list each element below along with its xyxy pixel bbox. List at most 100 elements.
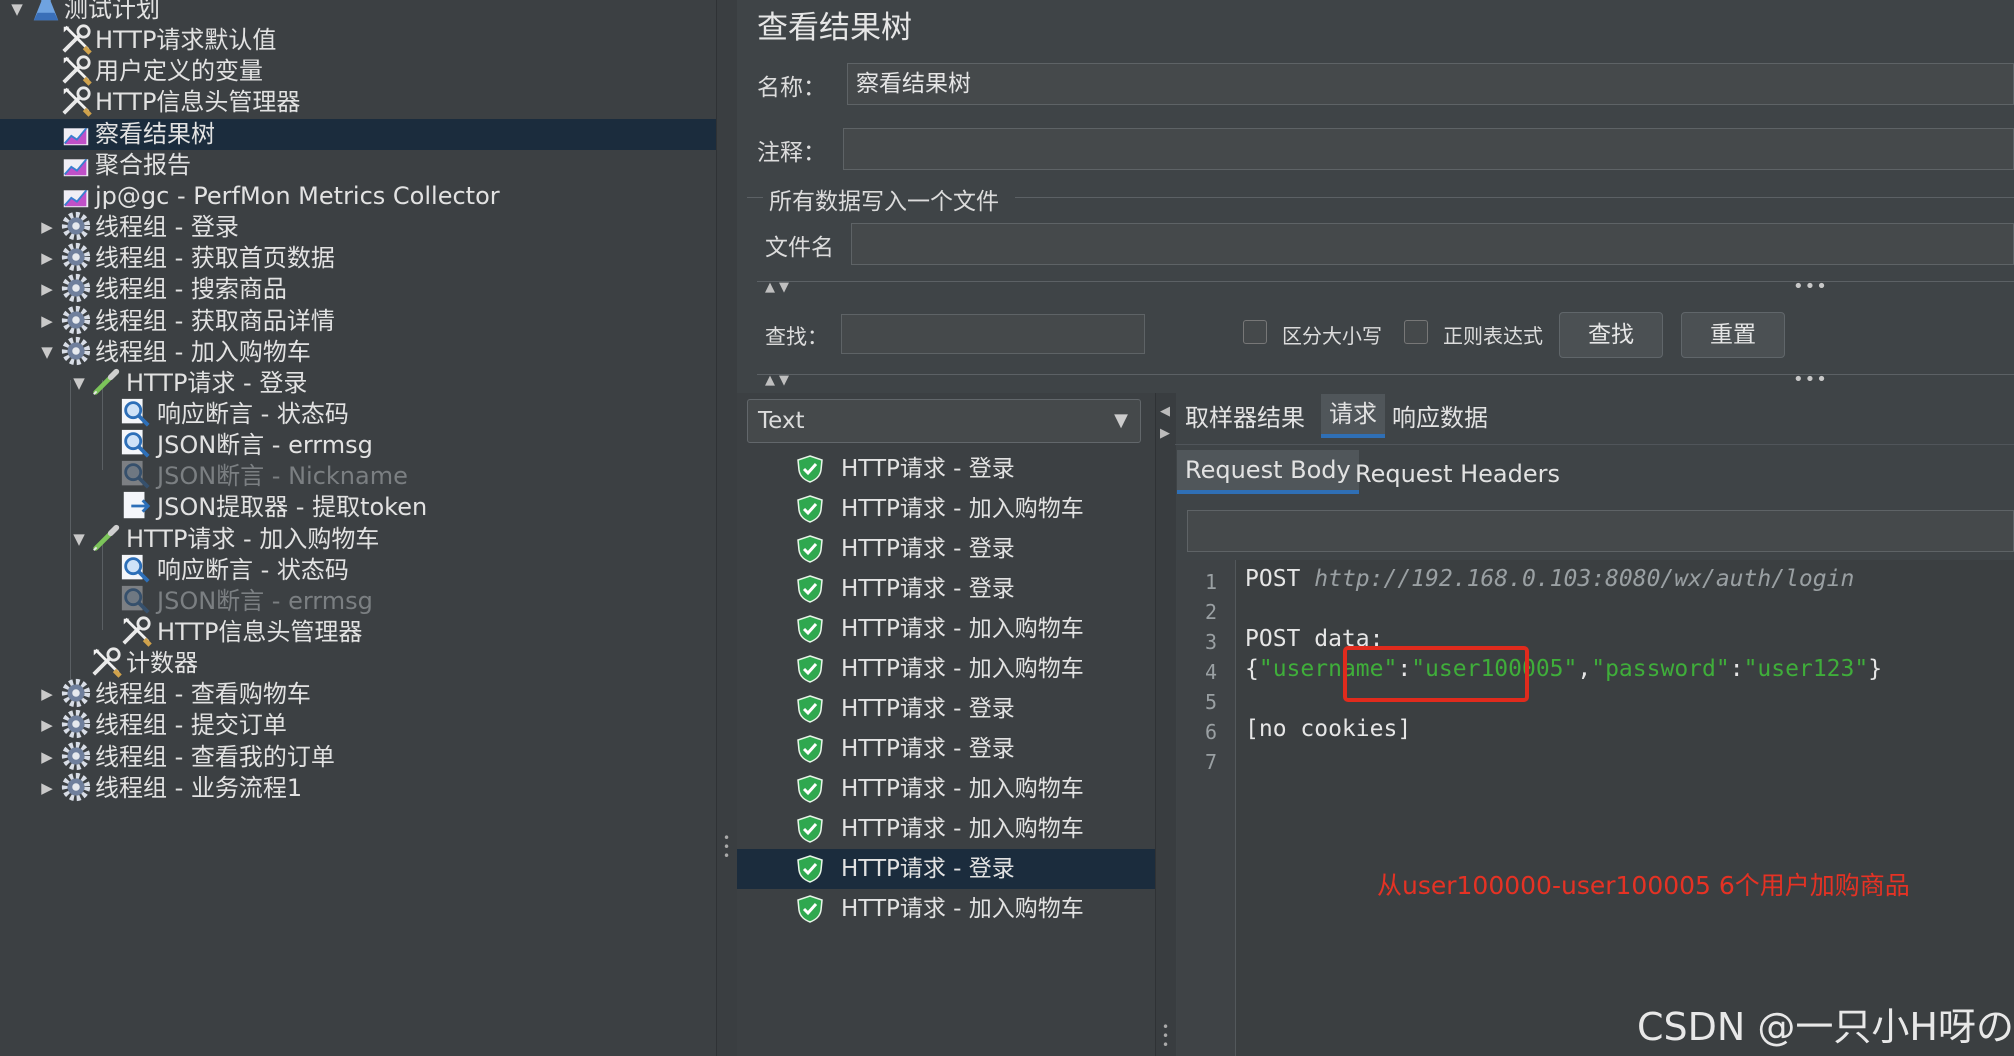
result-item-label: HTTP请求 - 登录 <box>841 536 1015 562</box>
find-button[interactable]: 查找 <box>1559 312 1663 358</box>
regex-checkbox[interactable] <box>1404 320 1428 344</box>
result-item[interactable]: HTTP请求 - 加入购物车 <box>737 489 1155 529</box>
tree-item[interactable]: 计数器 <box>0 647 716 679</box>
request-body-editor[interactable]: 1 2 3 4 5 6 7 POST http://192.168.0.103:8080/w… <box>1177 560 2014 1056</box>
result-item[interactable]: HTTP请求 - 登录 <box>737 449 1155 489</box>
result-item[interactable]: HTTP请求 - 登录 <box>737 569 1155 609</box>
tree-item[interactable]: ▶ 线程组 - 业务流程1 <box>0 772 716 804</box>
chevron-right-icon[interactable]: ▶ <box>38 306 56 337</box>
fieldset-border <box>747 197 763 198</box>
result-item[interactable]: HTTP请求 - 登录 <box>737 529 1155 569</box>
tree-item[interactable]: HTTP信息头管理器 <box>0 86 716 118</box>
more-dots-icon[interactable]: ••• <box>1793 369 1828 390</box>
json-value-password: "user123" <box>1743 656 1869 682</box>
tree-item-label: 测试计划 <box>64 0 160 23</box>
subtab-request-headers[interactable]: Request Headers <box>1347 454 1568 494</box>
chevron-right-icon[interactable]: ▶ <box>38 679 56 710</box>
tree-item-label: 线程组 - 业务流程1 <box>95 773 303 802</box>
chevron-down-icon[interactable]: ▼ <box>70 524 88 555</box>
comment-field[interactable] <box>843 128 2014 170</box>
chevron-right-icon[interactable]: ▶ <box>38 274 56 305</box>
chevron-right-icon[interactable]: ▶ <box>38 742 56 773</box>
name-field[interactable]: 察看结果树 <box>847 63 2014 105</box>
tree-item[interactable]: ▶ 线程组 - 获取首页数据 <box>0 243 716 274</box>
tree-item[interactable]: 响应断言 - 状态码 <box>0 398 716 430</box>
tree-item[interactable]: ▼ 线程组 - 加入购物车 <box>0 336 716 368</box>
tree-item[interactable]: ▼ HTTP请求 - 加入购物车 <box>0 524 716 555</box>
collapse-arrows-icon[interactable]: ▲▼ <box>765 280 793 295</box>
tree-item-label: 响应断言 - 状态码 <box>157 399 349 428</box>
tree-item[interactable]: 察看结果树 <box>0 118 716 150</box>
tree-item[interactable]: 用户定义的变量 <box>0 55 716 87</box>
result-item-label: HTTP请求 - 加入购物车 <box>841 496 1084 522</box>
tree-item[interactable]: 聚合报告 <box>0 150 716 181</box>
line-number: 1 <box>1204 570 1217 594</box>
reset-button[interactable]: 重置 <box>1681 312 1785 358</box>
result-item-label: HTTP请求 - 加入购物车 <box>841 776 1084 802</box>
tree-item[interactable]: ▼ 测试计划 <box>0 0 716 25</box>
tree-item-label: 线程组 - 查看我的订单 <box>95 742 335 771</box>
chevron-down-icon[interactable]: ▼ <box>8 0 26 25</box>
chevron-right-icon[interactable]: ▶ <box>38 773 56 804</box>
magnifier-icon <box>120 584 152 616</box>
tree-splitter[interactable]: • • • <box>716 0 737 1056</box>
tools-icon <box>60 23 92 55</box>
search-input[interactable] <box>841 314 1145 354</box>
body-search-field[interactable] <box>1187 510 2014 552</box>
tree-item[interactable]: JSON提取器 - 提取token <box>0 492 716 523</box>
result-item[interactable]: HTTP请求 - 登录 <box>737 849 1155 889</box>
tree-item[interactable]: 响应断言 - 状态码 <box>0 553 716 586</box>
case-sensitive-checkbox[interactable] <box>1243 320 1267 344</box>
sample-results-list[interactable]: Text ▼ HTTP请求 - 登录 HTTP请求 - 加入购物车 HTTP请求 -… <box>737 393 1155 1056</box>
tree-item[interactable]: JSON断言 - errmsg <box>0 584 716 617</box>
results-splitter[interactable]: ◀ ▶ • • • <box>1155 393 1176 1056</box>
code-line-4: {"username":"user100005","password":"use… <box>1245 656 1882 682</box>
subtab-request-body[interactable]: Request Body <box>1177 450 1359 494</box>
line-number: 3 <box>1204 630 1217 654</box>
test-plan-tree[interactable]: ▼ 测试计划 HTTP请求默认值 用户定义的变量 HTTP信息头管理器 察看结果树 聚合报告… <box>0 0 716 1056</box>
filename-field[interactable] <box>851 223 2014 265</box>
splitter-grip-icon[interactable]: • • • <box>1162 1021 1169 1051</box>
tab-response-data[interactable]: 响应数据 <box>1384 398 1496 438</box>
tree-item[interactable]: jp@gc - PerfMon Metrics Collector <box>0 181 716 212</box>
tree-item[interactable]: JSON断言 - errmsg <box>0 428 716 461</box>
comment-label: 注释： <box>757 140 826 166</box>
tree-item[interactable]: JSON断言 - Nickname <box>0 461 716 492</box>
chevron-down-icon[interactable]: ▼ <box>38 337 56 368</box>
collapse-arrows-icon[interactable]: ▲▼ <box>765 373 793 388</box>
splitter-arrows-icon[interactable]: ◀ ▶ <box>1160 401 1170 445</box>
chevron-right-icon[interactable]: ▶ <box>38 710 56 741</box>
result-item[interactable]: HTTP请求 - 加入购物车 <box>737 769 1155 809</box>
result-item[interactable]: HTTP请求 - 登录 <box>737 729 1155 769</box>
tree-item[interactable]: ▶ 线程组 - 查看购物车 <box>0 679 716 710</box>
success-shield-icon <box>797 895 823 923</box>
magnifier-icon <box>120 428 152 460</box>
tree-item[interactable]: HTTP信息头管理器 <box>0 616 716 648</box>
more-dots-icon[interactable]: ••• <box>1793 276 1828 297</box>
tree-item[interactable]: ▼ HTTP请求 - 登录 <box>0 368 716 399</box>
tab-request[interactable]: 请求 <box>1321 394 1385 438</box>
tree-item[interactable]: ▶ 线程组 - 搜索商品 <box>0 274 716 305</box>
result-item-label: HTTP请求 - 登录 <box>841 736 1015 762</box>
file-section-label: 所有数据写入一个文件 <box>769 189 999 215</box>
tab-sampler-result[interactable]: 取样器结果 <box>1177 398 1313 438</box>
result-item[interactable]: HTTP请求 - 加入购物车 <box>737 809 1155 849</box>
splitter-grip-icon[interactable]: • • • <box>723 832 731 862</box>
result-item[interactable]: HTTP请求 - 加入购物车 <box>737 889 1155 929</box>
chevron-right-icon[interactable]: ▶ <box>38 243 56 274</box>
tree-item[interactable]: HTTP请求默认值 <box>0 23 716 56</box>
chevron-right-icon[interactable]: ▶ <box>38 212 56 243</box>
chevron-down-icon[interactable]: ▼ <box>70 368 88 399</box>
result-item[interactable]: HTTP请求 - 加入购物车 <box>737 609 1155 649</box>
tree-item-label: HTTP信息头管理器 <box>157 618 363 646</box>
magnifier-icon <box>120 553 152 585</box>
tree-item[interactable]: ▶ 线程组 - 查看我的订单 <box>0 741 716 773</box>
result-item[interactable]: HTTP请求 - 加入购物车 <box>737 649 1155 689</box>
tree-item[interactable]: ▶ 线程组 - 获取商品详情 <box>0 305 716 337</box>
result-item[interactable]: HTTP请求 - 登录 <box>737 689 1155 729</box>
tree-item[interactable]: ▶ 线程组 - 提交订单 <box>0 710 716 741</box>
tree-item[interactable]: ▶ 线程组 - 登录 <box>0 211 716 243</box>
json-comma: , <box>1577 656 1592 682</box>
renderer-select[interactable]: Text ▼ <box>747 399 1141 443</box>
tree-item-label: JSON提取器 - 提取token <box>157 493 428 522</box>
